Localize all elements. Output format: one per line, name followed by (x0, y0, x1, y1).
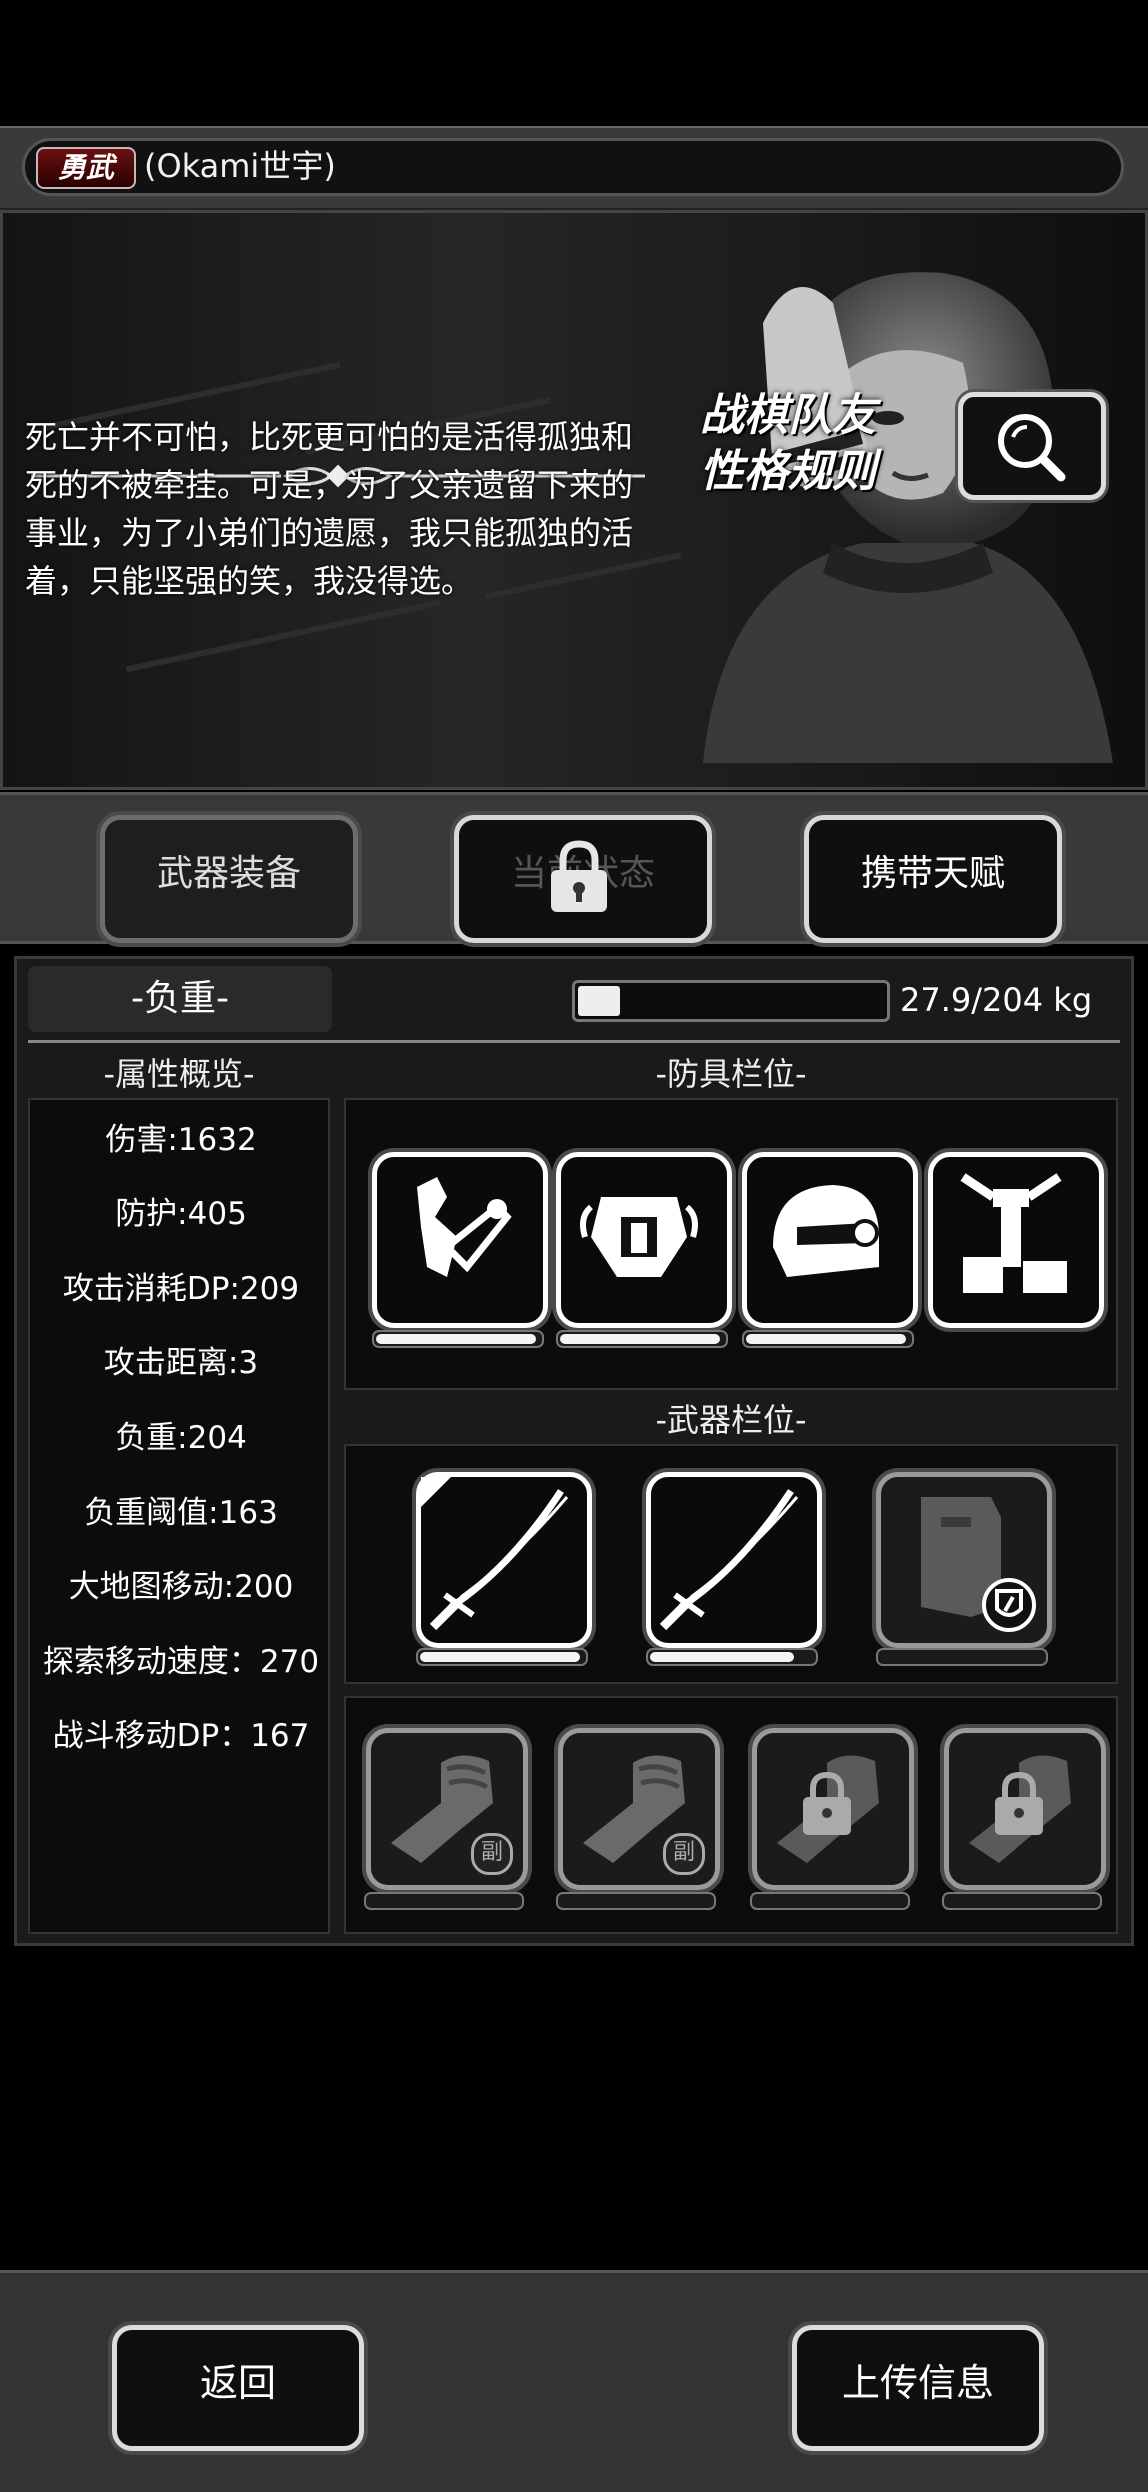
upload-info-button[interactable]: 上传信息 (792, 2325, 1044, 2451)
lock-icon (551, 840, 607, 912)
teammate-personality-rules-label[interactable]: 战棋队友 性格规则 (700, 388, 940, 500)
helmet-icon (773, 1185, 879, 1277)
arm-guard-icon (417, 1177, 512, 1277)
tab-current-status[interactable]: 当前状态 (454, 815, 712, 943)
armor-section-title: -防具栏位- (655, 1055, 807, 1093)
magnifier-icon (998, 414, 1066, 482)
tab-row: 武器装备 当前状态 携带天赋 (0, 792, 1148, 944)
exoskeleton-legs-icon (960, 1173, 1067, 1293)
stat-attack-dp-cost: 攻击消耗DP:209 (62, 1271, 300, 1307)
durability-bar (416, 1648, 588, 1666)
stat-map-movement: 大地图移动:200 (68, 1569, 294, 1605)
armor-slot-chest[interactable] (556, 1152, 732, 1328)
player-name: (Okami世宇) (144, 147, 336, 185)
weapon-section-title: -武器栏位- (655, 1401, 807, 1439)
armor-slot-legs[interactable] (928, 1152, 1104, 1328)
fist-icon (969, 1755, 1071, 1863)
katana-icon (421, 1477, 569, 1631)
slot-bar (942, 1892, 1102, 1910)
tab-carried-talents[interactable]: 携带天赋 (804, 815, 1062, 943)
stat-damage: 伤害:1632 (105, 1122, 257, 1158)
bottom-bar: 返回 上传信息 (0, 2270, 1148, 2492)
durability-bar (556, 1330, 728, 1348)
stat-load: 负重:204 (115, 1420, 247, 1456)
stats-section-title: -属性概览- (103, 1055, 255, 1093)
locked-slot-1[interactable] (752, 1728, 914, 1890)
secondary-badge: 副 (471, 1833, 513, 1875)
secondary-slot-2[interactable]: 副 (558, 1728, 720, 1890)
secondary-badge: 副 (663, 1833, 705, 1875)
stat-defense: 防护:405 (115, 1196, 247, 1232)
chest-armor-icon (580, 1197, 698, 1277)
fist-icon (777, 1755, 879, 1863)
durability-bar (876, 1648, 1048, 1666)
durability-bar (646, 1648, 818, 1666)
weapon-slot-3[interactable] (876, 1472, 1052, 1648)
load-bar-fill (578, 986, 620, 1016)
armor-slot-head[interactable] (742, 1152, 918, 1328)
character-story-panel: 死亡并不可怕，比死更可怕的是活得孤独和死的不被牵挂。可是，为了父亲遗留下来的事业… (0, 210, 1148, 790)
tab-weapon-equipment[interactable]: 武器装备 (100, 815, 358, 943)
stat-battle-move-dp: 战斗移动DP：167 (52, 1718, 310, 1754)
durability-bar (372, 1330, 544, 1348)
rule-label-line1: 战棋队友 (700, 390, 876, 441)
katana-icon (659, 1489, 799, 1631)
slot-bar (364, 1892, 524, 1910)
secondary-slot-1[interactable]: 副 (366, 1728, 528, 1890)
load-value: 27.9/204 kg (900, 981, 1093, 1019)
durability-bar (742, 1330, 914, 1348)
weapon-slot-2[interactable] (646, 1472, 822, 1648)
rank-badge: 勇武 (36, 147, 136, 189)
rule-label-line2: 性格规则 (700, 446, 876, 497)
stat-load-threshold: 负重阈值:163 (84, 1495, 278, 1531)
load-label: -负重- (28, 966, 332, 1032)
slot-bar (750, 1892, 910, 1910)
stat-attack-range: 攻击距离:3 (103, 1345, 259, 1381)
armor-slot-arm[interactable] (372, 1152, 548, 1328)
character-quote: 死亡并不可怕，比死更可怕的是活得孤独和死的不被牵挂。可是，为了父亲遗留下来的事业… (25, 418, 634, 600)
character-portrait (703, 272, 1113, 763)
stats-overview: 伤害:1632 防护:405 攻击消耗DP:209 攻击距离:3 负重:204 … (28, 1098, 330, 1934)
personality-rules-button[interactable] (958, 392, 1106, 500)
divider (28, 1040, 1120, 1043)
stat-explore-speed: 探索移动速度：270 (42, 1644, 320, 1680)
shield-badge-icon (982, 1578, 1036, 1632)
locked-slot-2[interactable] (944, 1728, 1106, 1890)
weapon-slot-1[interactable] (416, 1472, 592, 1648)
slot-bar (556, 1892, 716, 1910)
empty-area (14, 1948, 1134, 2266)
back-button[interactable]: 返回 (112, 2325, 364, 2451)
